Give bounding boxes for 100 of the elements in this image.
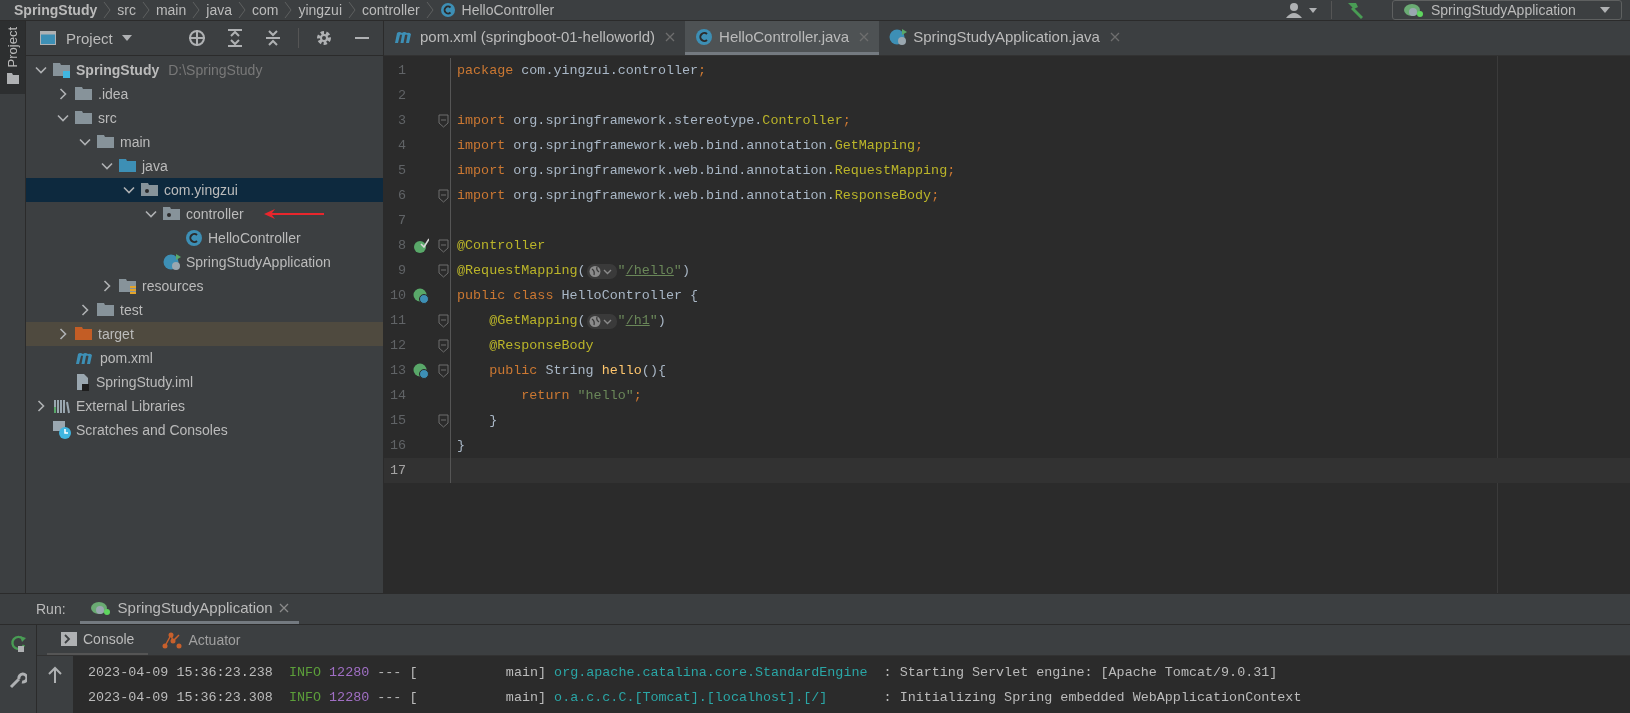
editor-tab[interactable]: HelloController.java: [685, 21, 880, 55]
tree-item[interactable]: controller: [26, 202, 383, 226]
wrench-icon[interactable]: [9, 671, 27, 689]
console-icon: [61, 632, 77, 646]
web-endpoint-icon[interactable]: [413, 362, 429, 379]
caret-icon[interactable]: [120, 34, 133, 42]
tree-item[interactable]: SpringStudyApplication: [26, 250, 383, 274]
expand-all-icon[interactable]: [226, 29, 244, 47]
chevron-icon: [237, 1, 246, 19]
window-icon: [40, 31, 56, 45]
user-icon[interactable]: [1285, 2, 1319, 18]
actuator-icon: [162, 631, 183, 649]
line-number: 13: [388, 363, 406, 378]
code-line: public class HelloController {: [457, 288, 699, 303]
settings-icon[interactable]: [315, 29, 333, 47]
scroll-up-icon[interactable]: [47, 666, 63, 684]
tree-item[interactable]: pom.xml: [26, 346, 383, 370]
fold-marker-icon[interactable]: [437, 263, 449, 278]
line-number: 15: [388, 413, 406, 428]
folder-icon: [97, 134, 115, 150]
code-line: }: [457, 438, 466, 453]
folder-icon: [75, 326, 93, 342]
maven-icon: [75, 350, 95, 366]
collapsed-chevron-icon[interactable]: [101, 280, 113, 292]
expanded-chevron-icon[interactable]: [101, 160, 113, 172]
code-line: @RequestMapping( "/hello"): [457, 262, 690, 279]
code-line: import org.springframework.web.bind.annotation.ResponseBody;: [457, 188, 940, 203]
locate-icon[interactable]: [188, 29, 206, 47]
console-tab[interactable]: Actuator: [148, 625, 255, 655]
folder-icon: [75, 86, 93, 102]
panel-title[interactable]: Project: [66, 29, 113, 47]
tree-item[interactable]: SpringStudy.iml: [26, 370, 383, 394]
collapsed-chevron-icon[interactable]: [57, 328, 69, 340]
expanded-chevron-icon[interactable]: [145, 208, 157, 220]
fold-marker-icon[interactable]: [437, 338, 449, 353]
bean-icon[interactable]: [413, 237, 429, 254]
expanded-chevron-icon[interactable]: [123, 184, 135, 196]
tree-item[interactable]: SpringStudy D:\SpringStudy: [26, 58, 383, 82]
tree-item[interactable]: .idea: [26, 82, 383, 106]
code-line: import org.springframework.stereotype.Controller;: [457, 113, 851, 128]
tree-item[interactable]: main: [26, 130, 383, 154]
tree-item[interactable]: External Libraries: [26, 394, 383, 418]
line-number: 11: [388, 313, 406, 328]
chevron-icon: [141, 1, 150, 19]
folder-icon: [97, 302, 115, 318]
rerun-icon[interactable]: [9, 635, 27, 653]
code-line: import org.springframework.web.bind.annotation.GetMapping;: [457, 138, 924, 153]
editor-tab[interactable]: SpringStudyApplication.java: [879, 21, 1130, 55]
close-icon[interactable]: [278, 602, 289, 613]
breadcrumb-item[interactable]: java: [206, 2, 232, 18]
collapse-all-icon[interactable]: [264, 29, 282, 47]
line-number: 12: [388, 338, 406, 353]
breadcrumb-item[interactable]: SpringStudy: [14, 2, 98, 18]
breadcrumb-item[interactable]: controller: [362, 2, 420, 18]
line-number: 3: [396, 113, 406, 128]
package-icon: [163, 206, 181, 222]
line-number: 1: [396, 63, 406, 78]
tree-item[interactable]: src: [26, 106, 383, 130]
fold-marker-icon[interactable]: [437, 238, 449, 253]
fold-marker-icon[interactable]: [437, 413, 449, 428]
code-line: @GetMapping( "/h1"): [488, 312, 666, 329]
collapsed-chevron-icon[interactable]: [79, 304, 91, 316]
expanded-chevron-icon[interactable]: [79, 136, 91, 148]
tree-item[interactable]: target: [26, 322, 383, 346]
code-line: public String hello(){: [488, 363, 666, 378]
tree-item[interactable]: HelloController: [26, 226, 383, 250]
folder-icon: [53, 62, 71, 78]
tree-item[interactable]: Scratches and Consoles: [26, 418, 383, 442]
breadcrumb-item[interactable]: com: [251, 2, 279, 18]
breadcrumb-item[interactable]: HelloController: [461, 2, 555, 18]
fold-marker-icon[interactable]: [437, 113, 449, 128]
fold-marker-icon[interactable]: [437, 313, 449, 328]
tree-item[interactable]: resources: [26, 274, 383, 298]
tree-item[interactable]: test: [26, 298, 383, 322]
code-line: import org.springframework.web.bind.annotation.RequestMapping;: [457, 163, 956, 178]
breadcrumb-item[interactable]: main: [155, 2, 187, 18]
run-label: Run:: [36, 601, 66, 617]
expanded-chevron-icon[interactable]: [57, 112, 69, 124]
code-line: @ResponseBody: [488, 338, 594, 353]
run-configuration-dropdown[interactable]: SpringStudyApplication: [1392, 0, 1622, 20]
fold-marker-icon[interactable]: [437, 188, 449, 203]
file-icon: [75, 373, 91, 391]
line-number: 17: [388, 463, 406, 478]
chevron-icon: [284, 1, 293, 19]
tree-item[interactable]: com.yingzui: [26, 178, 383, 202]
tree-item[interactable]: java: [26, 154, 383, 178]
expanded-chevron-icon[interactable]: [35, 64, 47, 76]
line-number: 9: [396, 263, 406, 278]
line-number: 10: [388, 288, 406, 303]
editor-tab[interactable]: pom.xml (springboot-01-helloworld): [384, 21, 686, 55]
web-endpoint-icon[interactable]: [413, 287, 429, 304]
breadcrumb-item[interactable]: yingzui: [298, 2, 342, 18]
fold-marker-icon[interactable]: [437, 363, 449, 378]
collapsed-chevron-icon[interactable]: [35, 400, 47, 412]
collapsed-chevron-icon[interactable]: [57, 88, 69, 100]
project-tool-tab[interactable]: Project: [0, 21, 25, 95]
line-number: 14: [388, 388, 406, 403]
line-number: 6: [396, 188, 406, 203]
breadcrumb-item[interactable]: src: [117, 2, 136, 18]
line-number: 7: [396, 213, 406, 228]
